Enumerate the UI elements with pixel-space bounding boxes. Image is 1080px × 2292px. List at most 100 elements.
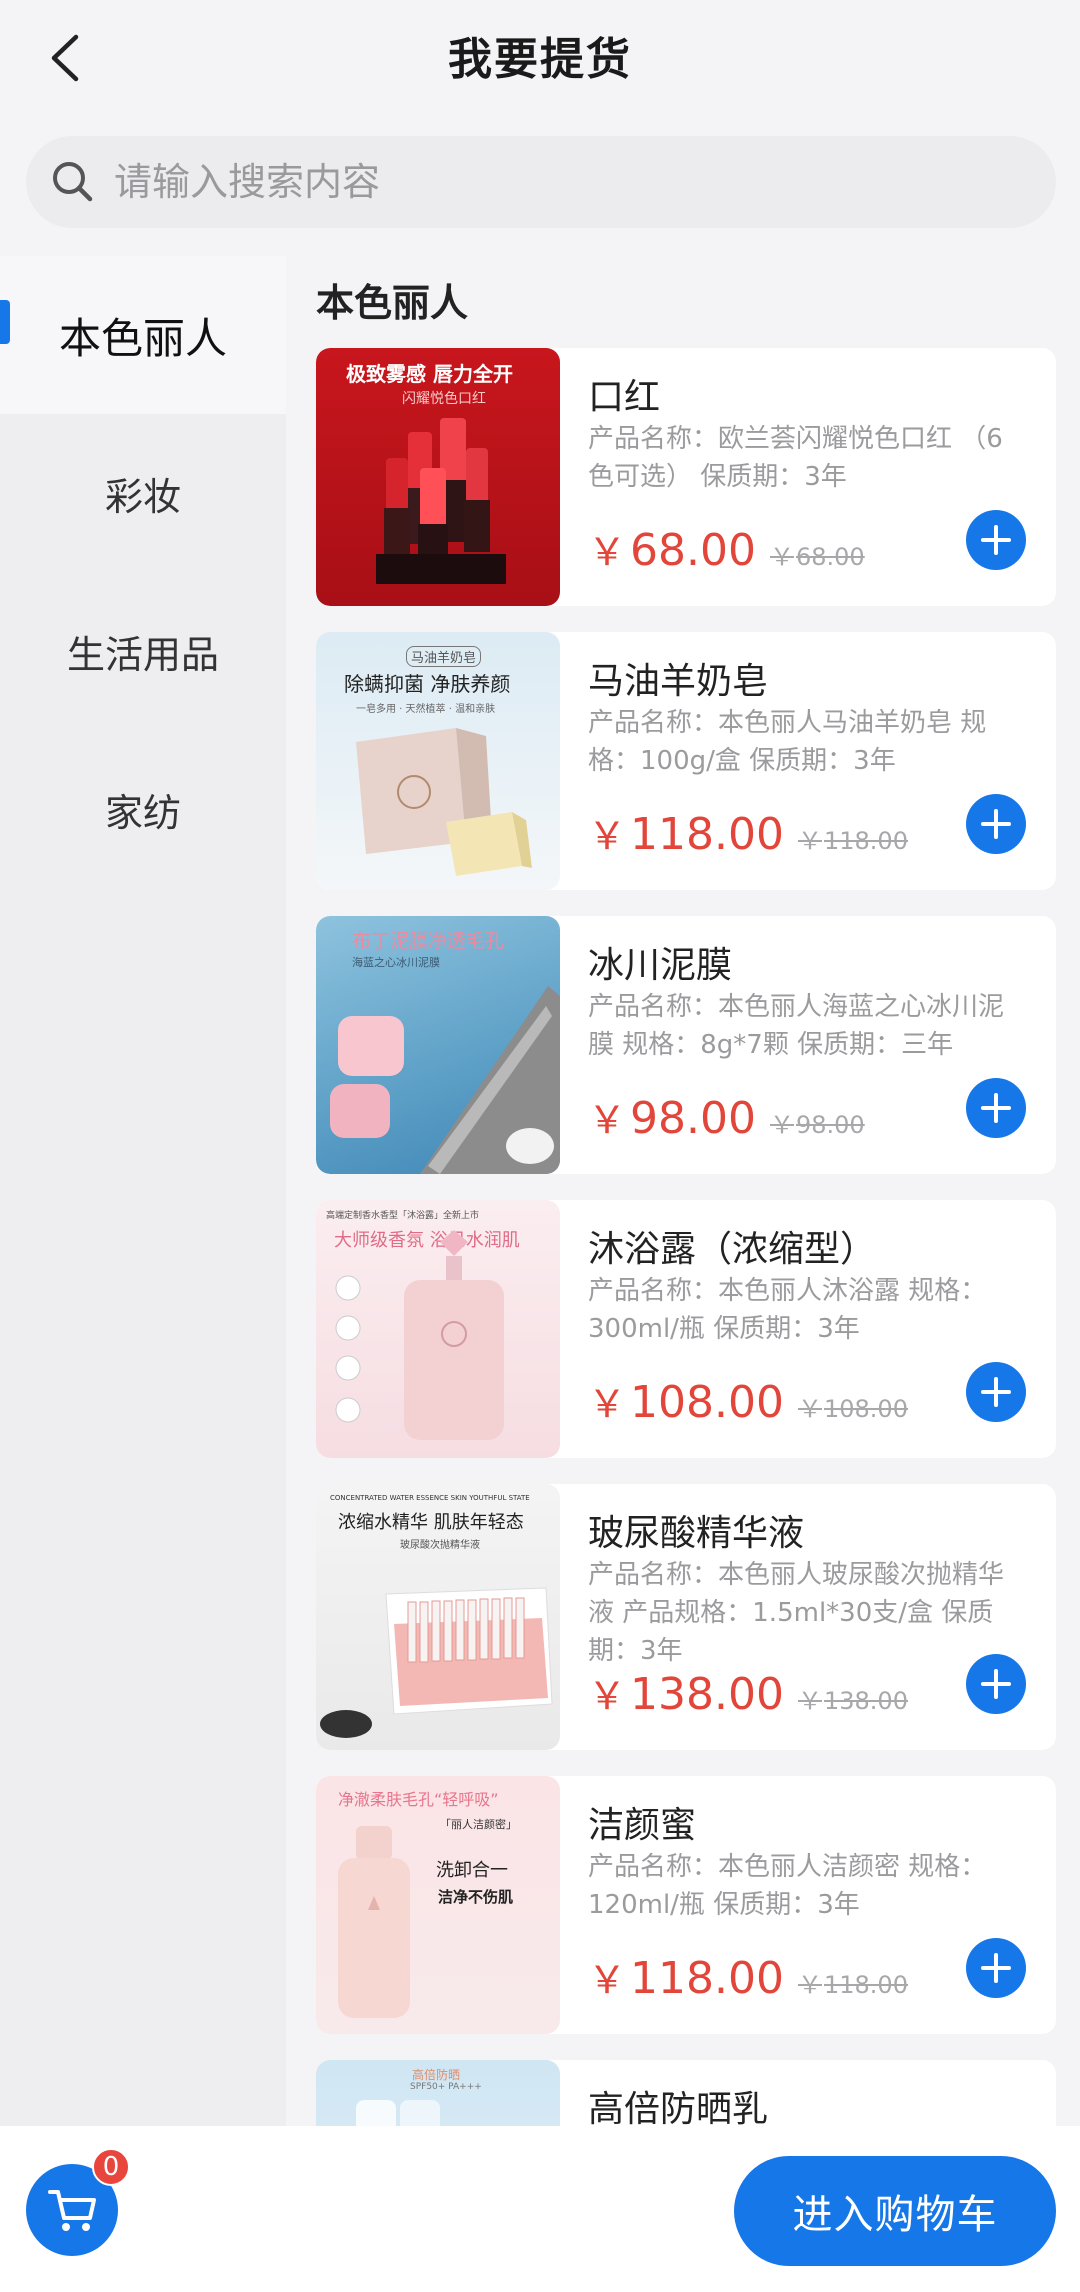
product-desc: 产品名称：本色丽人海蓝之心冰川泥膜 规格：8g*7颗 保质期：三年 (588, 992, 1005, 1060)
currency-symbol: ￥ (588, 1958, 627, 2002)
add-to-cart-button[interactable] (966, 1078, 1026, 1138)
currency-symbol: ￥ (769, 1111, 794, 1139)
section-title: 本色丽人 (316, 281, 469, 325)
original-price: ￥138.00 (798, 1681, 908, 1716)
chevron-left-icon (51, 34, 79, 82)
product-card[interactable]: 极致雾感 唇力全开 闪耀悦色口红 口红 产品名称：欧兰荟闪耀悦色口红 （6色可选… (316, 348, 1056, 606)
add-to-cart-button[interactable] (966, 1654, 1026, 1714)
currency-symbol: ￥ (797, 827, 822, 855)
bottle-illustration (335, 1230, 504, 1440)
currency-symbol: ￥ (588, 1382, 627, 1426)
soap-illustration (356, 728, 532, 876)
product-card[interactable]: 马油羊奶皂 除螨抑菌 净肤养颜 一皂多用 · 天然植萃 · 温和亲肤 马油羊奶皂… (316, 632, 1056, 890)
plus-icon (981, 525, 1011, 555)
original-price-value: 98.00 (795, 1111, 865, 1139)
product-card[interactable]: 高端定制香水香型「沐浴露」全新上市 大师级香氛 浴见水润肌 沐浴露（浓缩型） 产… (316, 1200, 1056, 1458)
sidebar-item-label: 家纺 (104, 790, 181, 835)
price-value: 138.00 (630, 1669, 784, 1720)
price-value: 118.00 (630, 809, 784, 860)
product-name: 口红 (588, 377, 661, 418)
product-card[interactable]: 高倍防晒 SPF50+ PA+++ 高倍防晒乳 (316, 2060, 1056, 2126)
add-to-cart-button[interactable] (966, 510, 1026, 570)
go-to-cart-button[interactable]: 进入购物车 (734, 2156, 1056, 2266)
currency-symbol: ￥ (797, 1395, 822, 1423)
product-card[interactable]: 布丁泥膜净透毛孔 海蓝之心冰川泥膜 冰川泥膜 产品名称：本色丽人海蓝之心冰川泥膜… (316, 916, 1056, 1174)
add-to-cart-button[interactable] (966, 794, 1026, 854)
sidebar-item-caizhuang[interactable]: 彩妆 (0, 414, 286, 572)
price-row: ￥68.00 ￥68.00 (588, 521, 865, 576)
sidebar-item-label: 本色丽人 (58, 313, 227, 363)
original-price-value: 138.00 (823, 1687, 908, 1715)
price-value: 118.00 (630, 1953, 784, 2004)
back-button[interactable] (36, 28, 96, 88)
product-image: 高端定制香水香型「沐浴露」全新上市 大师级香氛 浴见水润肌 (316, 1200, 560, 1458)
original-price-value: 118.00 (823, 1971, 908, 1999)
search-icon (53, 162, 93, 202)
page-title: 我要提货 (448, 34, 632, 85)
plus-icon (981, 1377, 1011, 1407)
product-name: 高倍防晒乳 (588, 2089, 769, 2126)
original-price-value: 68.00 (795, 543, 865, 571)
original-price: ￥108.00 (798, 1389, 908, 1424)
product-name: 马油羊奶皂 (588, 661, 769, 702)
sidebar-item-bensheliren[interactable]: 本色丽人 (0, 256, 286, 414)
price: ￥118.00 (588, 805, 784, 860)
currency-symbol: ￥ (588, 1674, 627, 1718)
product-name: 沐浴露（浓缩型） (588, 1229, 877, 1270)
original-price: ￥118.00 (798, 821, 908, 856)
add-to-cart-button[interactable] (966, 1362, 1026, 1422)
product-card[interactable]: CONCENTRATED WATER ESSENCE SKIN YOUTHFUL… (316, 1484, 1056, 1750)
currency-symbol: ￥ (797, 1971, 822, 1999)
bottom-bar: 0 进入购物车 (0, 2126, 1080, 2292)
lipstick-illustration (376, 418, 506, 584)
plus-icon (981, 809, 1011, 839)
price-row: ￥108.00 ￥108.00 (588, 1373, 908, 1428)
currency-symbol: ￥ (769, 543, 794, 571)
price: ￥68.00 (588, 521, 756, 576)
price-value: 68.00 (630, 525, 756, 576)
sunscreen-illustration (356, 2100, 440, 2126)
currency-symbol: ￥ (588, 1098, 627, 1142)
product-desc: 产品名称：欧兰荟闪耀悦色口红 （6色可选） 保质期：3年 (588, 424, 1003, 492)
cart-count-badge: 0 (92, 2148, 130, 2186)
product-desc: 产品名称：本色丽人玻尿酸次抛精华液 产品规格：1.5ml*30支/盒 保质期：3… (588, 1560, 1005, 1666)
original-price-value: 118.00 (823, 827, 908, 855)
plus-icon (981, 1953, 1011, 1983)
plus-icon (981, 1669, 1011, 1699)
original-price: ￥98.00 (770, 1105, 865, 1140)
product-card[interactable]: 净澈柔肤毛孔“轻呼吸” 「丽人洁颜密」 洗卸合一 洁净不伤肌 洁颜蜜 产品名称：… (316, 1776, 1056, 2034)
currency-symbol: ￥ (797, 1687, 822, 1715)
price-row: ￥98.00 ￥98.00 (588, 1089, 865, 1144)
sidebar-item-label: 生活用品 (66, 632, 219, 677)
sidebar-item-jiafang[interactable]: 家纺 (0, 730, 286, 888)
product-name: 洁颜蜜 (588, 1805, 697, 1846)
original-price-value: 108.00 (823, 1395, 908, 1423)
price-row: ￥138.00 ￥138.00 (588, 1665, 908, 1720)
sidebar-item-shenghuoyongpin[interactable]: 生活用品 (0, 572, 286, 730)
product-name: 冰川泥膜 (588, 945, 733, 986)
currency-symbol: ￥ (588, 530, 627, 574)
product-image: 高倍防晒 SPF50+ PA+++ (316, 2060, 560, 2126)
product-desc: 产品名称：本色丽人洁颜密 规格：120ml/瓶 保质期：3年 (588, 1852, 987, 1920)
original-price: ￥118.00 (798, 1965, 908, 2000)
price: ￥118.00 (588, 1949, 784, 2004)
serum-box-illustration (320, 1587, 553, 1738)
cart-icon (48, 2190, 96, 2231)
product-desc: 产品名称：本色丽人沐浴露 规格：300ml/瓶 保质期：3年 (588, 1276, 987, 1344)
category-sidebar: 本色丽人 彩妆 生活用品 家纺 (0, 256, 286, 2126)
product-image: 布丁泥膜净透毛孔 海蓝之心冰川泥膜 (316, 916, 560, 1174)
currency-symbol: ￥ (588, 814, 627, 858)
price-row: ￥118.00 ￥118.00 (588, 1949, 908, 2004)
cleanser-bottle-illustration (338, 1826, 410, 2018)
original-price: ￥68.00 (770, 537, 865, 572)
product-list: 本色丽人 极致雾感 唇力全开 闪耀悦色口红 口红 产品名称：欧兰荟闪耀悦色口红 … (296, 256, 1080, 2126)
header: 我要提货 (0, 0, 1080, 110)
product-name: 玻尿酸精华液 (588, 1513, 805, 1554)
search-bar[interactable] (26, 136, 1056, 228)
add-to-cart-button[interactable] (966, 1938, 1026, 1998)
search-input[interactable] (114, 160, 994, 204)
sidebar-item-label: 彩妆 (104, 474, 181, 519)
price: ￥138.00 (588, 1665, 784, 1720)
price: ￥98.00 (588, 1089, 756, 1144)
product-desc: 产品名称：本色丽人马油羊奶皂 规格：100g/盒 保质期：3年 (588, 708, 987, 776)
